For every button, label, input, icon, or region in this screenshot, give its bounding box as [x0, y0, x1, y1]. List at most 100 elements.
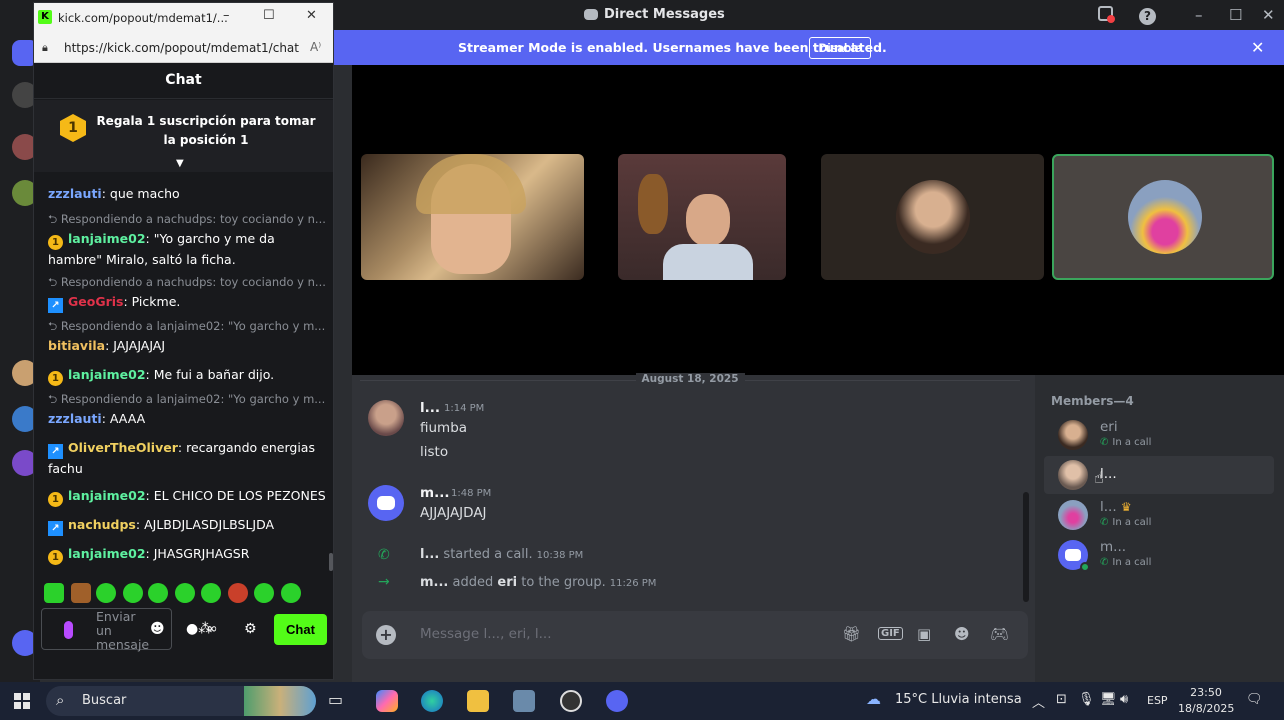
emote-icon[interactable] — [254, 583, 274, 603]
snipping-tool-icon[interactable] — [513, 690, 535, 712]
video-tile[interactable] — [618, 154, 786, 280]
chat-username[interactable]: lanjaime02 — [68, 546, 146, 561]
chat-input-placeholder[interactable]: Enviar un mensaje — [96, 610, 152, 652]
chat-username[interactable]: nachudps — [68, 517, 136, 532]
disable-streamer-mode-button[interactable]: Disable — [809, 37, 871, 59]
tray-app-icon[interactable]: ⊡ — [1056, 692, 1067, 707]
address-url[interactable]: https://kick.com/popout/mdemat1/chat — [64, 41, 299, 55]
chat-message[interactable]: ↗ OliverTheOliver: recargando energias fa… — [48, 438, 328, 478]
weather-text[interactable]: 15°C Lluvia intensa — [895, 692, 1022, 707]
chat-message[interactable]: ↗ nachudps: AJLBDJLASDJLBSLJDA — [48, 515, 328, 536]
chat-username[interactable]: GeoGris — [68, 294, 123, 309]
member-item[interactable]: l... ☝︎ — [1044, 456, 1274, 494]
discord-app-icon[interactable] — [606, 690, 628, 712]
inbox-icon[interactable] — [1098, 6, 1115, 25]
emote-icon[interactable] — [71, 583, 91, 603]
chat-message[interactable]: ↗ GeoGris: Pickme. — [48, 292, 328, 313]
send-chat-button[interactable]: Chat — [274, 614, 327, 645]
chat-message[interactable]: bitiavila: JAJAJAJAJ — [48, 336, 328, 355]
weather-icon[interactable]: ☁ — [866, 690, 881, 708]
file-explorer-icon[interactable] — [467, 690, 489, 712]
avatar[interactable] — [368, 485, 404, 521]
emote-icon[interactable] — [96, 583, 116, 603]
clock[interactable]: 23:50 18/8/2025 — [1178, 685, 1234, 717]
microphone-tray-icon[interactable]: 🎙︎ — [1078, 692, 1095, 707]
message-composer[interactable]: + Message l..., eri, l... 🎁︎ GIF ▣ ☻ 🎮︎ — [362, 611, 1028, 659]
message-author[interactable]: l... — [420, 400, 440, 416]
collapse-chevron-icon[interactable]: ▼ — [176, 158, 184, 169]
chat-username[interactable]: zzzlauti — [48, 411, 102, 426]
emote-icon[interactable] — [228, 583, 248, 603]
close-window-icon[interactable]: ✕ — [1262, 6, 1275, 24]
chat-input[interactable]: Enviar un mensaje ☻ — [41, 608, 172, 652]
composer-placeholder[interactable]: Message l..., eri, l... — [420, 626, 551, 642]
address-bar[interactable]: 🔒︎ https://kick.com/popout/mdemat1/chat … — [34, 33, 333, 63]
minimize-icon[interactable]: – — [1195, 6, 1203, 24]
minimize-icon[interactable]: – — [223, 8, 230, 23]
infinity-icon[interactable]: ∞ — [206, 621, 218, 637]
emoji-icon[interactable]: ☻ — [954, 625, 970, 643]
member-name: l... ♛ — [1100, 499, 1132, 515]
chat-username[interactable]: OliverTheOliver — [68, 440, 178, 455]
member-avatar — [1058, 460, 1088, 490]
emote-icon[interactable] — [175, 583, 195, 603]
video-tile[interactable] — [361, 154, 584, 280]
reader-mode-icon[interactable]: A⁾ — [310, 40, 321, 54]
member-item[interactable]: m... ✆ In a call — [1044, 536, 1274, 574]
emoji-icon[interactable]: ☻ — [150, 621, 165, 637]
message-author[interactable]: m... — [420, 485, 449, 501]
chat-username[interactable]: bitiavila — [48, 338, 105, 353]
gift-icon[interactable]: 🎁︎ — [842, 625, 861, 643]
message-scrollbar[interactable] — [1023, 492, 1029, 602]
emote-icon[interactable] — [44, 583, 64, 603]
lock-icon[interactable]: 🔒︎ — [42, 41, 48, 55]
obs-icon[interactable] — [560, 690, 582, 712]
chat-scrollbar[interactable] — [329, 553, 333, 571]
emote-icon[interactable] — [123, 583, 143, 603]
emote-icon[interactable] — [281, 583, 301, 603]
emote-icon[interactable] — [148, 583, 168, 603]
copilot-icon[interactable] — [376, 690, 398, 712]
attach-plus-icon[interactable]: + — [376, 625, 396, 645]
member-item[interactable]: eri ✆ In a call — [1044, 416, 1274, 454]
taskbar-search[interactable]: ⌕ Buscar — [46, 686, 316, 716]
gif-icon[interactable]: GIF — [878, 627, 903, 640]
chat-message[interactable]: 1 lanjaime02: Me fui a bañar dijo. — [48, 365, 328, 386]
chat-message[interactable]: zzzlauti: AAAA — [48, 409, 328, 428]
sub-badge-icon: 1 — [48, 550, 63, 565]
start-windows-icon[interactable] — [14, 693, 30, 709]
banner-close-icon[interactable]: ✕ — [1251, 38, 1264, 57]
edge-browser-icon[interactable] — [421, 690, 443, 712]
chat-message[interactable]: 1 lanjaime02: EL CHICO DE LOS PEZONES — [48, 486, 328, 507]
task-view-icon[interactable]: ▭ — [328, 690, 350, 712]
chat-username[interactable]: lanjaime02 — [68, 488, 146, 503]
maximize-icon[interactable]: ☐ — [1229, 6, 1242, 24]
chat-username[interactable]: zzzlauti — [48, 186, 102, 201]
microphone-icon[interactable] — [64, 621, 73, 639]
voice-tile[interactable] — [821, 154, 1044, 280]
tray-chevron-icon[interactable]: ︿ — [1032, 692, 1045, 711]
voice-tile-speaking[interactable] — [1052, 154, 1274, 280]
clock-time: 23:50 — [1190, 686, 1222, 699]
maximize-icon[interactable]: ☐ — [263, 8, 275, 23]
member-item[interactable]: l... ♛ ✆ In a call — [1044, 496, 1274, 534]
chat-username[interactable]: lanjaime02 — [68, 231, 146, 246]
network-icon[interactable]: 🖥︎ — [1100, 692, 1117, 707]
help-icon[interactable]: ? — [1139, 6, 1156, 25]
discord-logo-icon — [1065, 549, 1081, 561]
close-window-icon[interactable]: ✕ — [306, 8, 317, 23]
avatar[interactable] — [368, 400, 404, 436]
gift-sub-promo[interactable]: 1 Regala 1 suscripción para tomar la pos… — [34, 100, 333, 172]
chat-message[interactable]: 1 lanjaime02: JHASGRJHAGSR — [48, 544, 328, 565]
volume-icon[interactable]: 🔊︎ — [1120, 692, 1128, 707]
sticker-icon[interactable]: ▣ — [917, 625, 931, 643]
promo-text: Regala 1 suscripción para tomar la posic… — [96, 114, 316, 147]
chat-message[interactable]: 1 lanjaime02: "Yo garcho y me da hambre" … — [48, 229, 328, 269]
chat-username[interactable]: lanjaime02 — [68, 367, 146, 382]
emote-icon[interactable] — [201, 583, 221, 603]
settings-gear-icon[interactable]: ⚙ — [244, 621, 257, 637]
chat-message[interactable]: zzzlauti: que macho — [48, 184, 328, 203]
language-indicator[interactable]: ESP — [1147, 694, 1168, 707]
apps-gamepad-icon[interactable]: 🎮︎ — [990, 625, 1009, 643]
notifications-icon[interactable]: 🗨︎ — [1246, 692, 1263, 707]
